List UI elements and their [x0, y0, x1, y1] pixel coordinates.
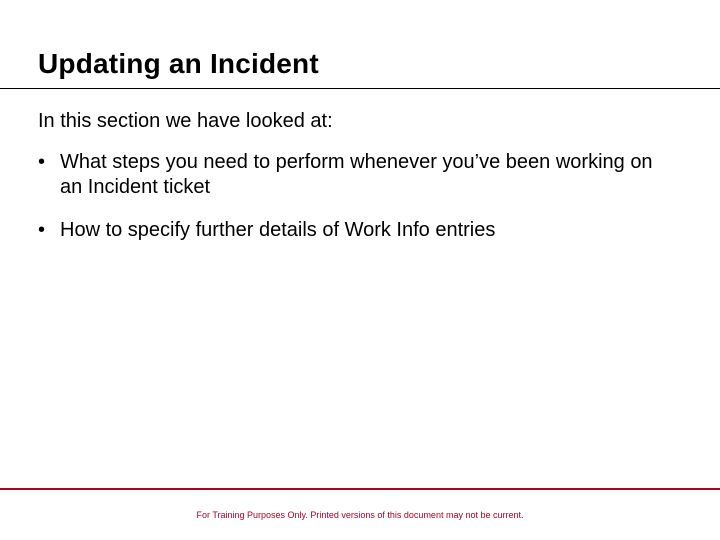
bullet-list: What steps you need to perform whenever …: [38, 150, 680, 261]
bullet-text: How to specify further details of Work I…: [60, 218, 680, 243]
list-item: What steps you need to perform whenever …: [38, 150, 680, 200]
footer-divider: [0, 488, 720, 490]
bullet-icon: [38, 218, 60, 243]
title-underline: [0, 88, 720, 89]
bullet-icon: [38, 150, 60, 200]
list-item: How to specify further details of Work I…: [38, 218, 680, 243]
slide: Updating an Incident In this section we …: [0, 0, 720, 540]
footer-text: For Training Purposes Only. Printed vers…: [0, 510, 720, 520]
intro-text: In this section we have looked at:: [38, 110, 333, 133]
slide-title: Updating an Incident: [38, 48, 319, 80]
bullet-text: What steps you need to perform whenever …: [60, 150, 680, 200]
